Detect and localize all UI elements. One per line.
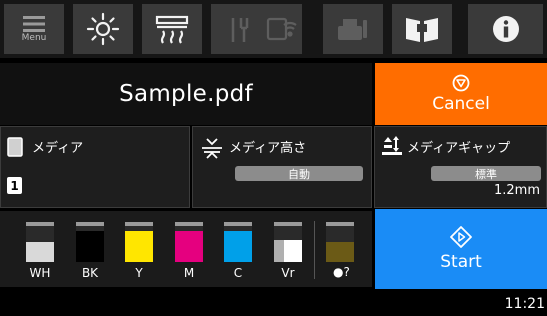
light-icon: [86, 12, 120, 46]
media-label: メディア: [32, 141, 84, 156]
printer-settings-icon: [338, 19, 367, 40]
ink-label: WH: [29, 266, 51, 280]
ink-fill: [175, 231, 203, 262]
manual-button[interactable]: [392, 4, 452, 54]
cancel-icon: [452, 74, 470, 92]
job-filename-area: Sample.pdf: [0, 63, 372, 125]
start-button[interactable]: Start: [375, 209, 547, 289]
media-gap-measure: 1.2mm: [493, 183, 540, 198]
menu-icon: [23, 15, 45, 32]
media-gap-panel[interactable]: メディアギャップ 標準 1.2mm: [374, 126, 547, 208]
heater-icon: [155, 15, 189, 44]
clock: 11:21: [504, 295, 545, 312]
printer-settings-button[interactable]: [323, 4, 383, 54]
media-gap-value: 標準: [431, 166, 541, 181]
ink-fill: [76, 231, 104, 262]
media-gap-label: メディアギャップ: [407, 141, 511, 156]
ink-label: Y: [135, 266, 143, 280]
heater-button[interactable]: [142, 4, 202, 54]
job-filename: Sample.pdf: [119, 81, 253, 107]
media-icon: [7, 137, 23, 157]
media-height-icon: [202, 138, 222, 159]
ink-cartridge: [76, 222, 104, 262]
ink-varnish-mark: [274, 240, 284, 262]
ink-label: BK: [81, 266, 99, 280]
ink-separator: [314, 221, 315, 279]
ink-fill: [326, 242, 354, 262]
media-number: 1: [7, 177, 22, 194]
ink-fill: [224, 231, 252, 262]
media-panel[interactable]: メディア 1: [0, 126, 190, 208]
menu-label: Menu: [21, 32, 47, 43]
waste-ink-icon: ●?: [333, 265, 350, 279]
start-label: Start: [440, 252, 482, 272]
maintenance-icon: [231, 18, 249, 42]
media-height-value: 自動: [235, 166, 363, 181]
ink-label: Vr: [281, 266, 295, 280]
ink-cartridge: [125, 222, 153, 262]
ink-cartridge: [326, 222, 354, 262]
media-height-panel[interactable]: メディア高さ 自動: [192, 126, 372, 208]
ink-cartridge: [26, 222, 54, 262]
media-gap-icon: [382, 136, 402, 155]
network-button: [262, 4, 302, 54]
info-icon: [492, 16, 519, 42]
ink-label: M: [183, 266, 195, 280]
ink-fill: [125, 231, 153, 262]
info-button[interactable]: [468, 4, 543, 54]
start-icon: [450, 226, 472, 248]
cancel-button[interactable]: Cancel: [375, 63, 547, 125]
toolbar: Menu: [0, 0, 547, 58]
manual-icon: [406, 18, 438, 42]
network-icon: [266, 17, 297, 41]
ink-fill: [26, 242, 54, 262]
menu-button[interactable]: Menu: [4, 4, 64, 54]
ink-cartridge: [224, 222, 252, 262]
cancel-label: Cancel: [432, 94, 490, 114]
ink-cartridge: [175, 222, 203, 262]
ink-levels[interactable]: WH BK Y M C Vr ●?: [0, 211, 372, 287]
media-row: メディア 1 メディア高さ 自動 メディアギャップ 標準 1.2mm: [0, 126, 547, 208]
ink-cartridge: [274, 222, 302, 262]
media-height-label: メディア高さ: [229, 141, 307, 156]
light-button[interactable]: [73, 4, 133, 54]
ink-label: C: [233, 266, 243, 280]
